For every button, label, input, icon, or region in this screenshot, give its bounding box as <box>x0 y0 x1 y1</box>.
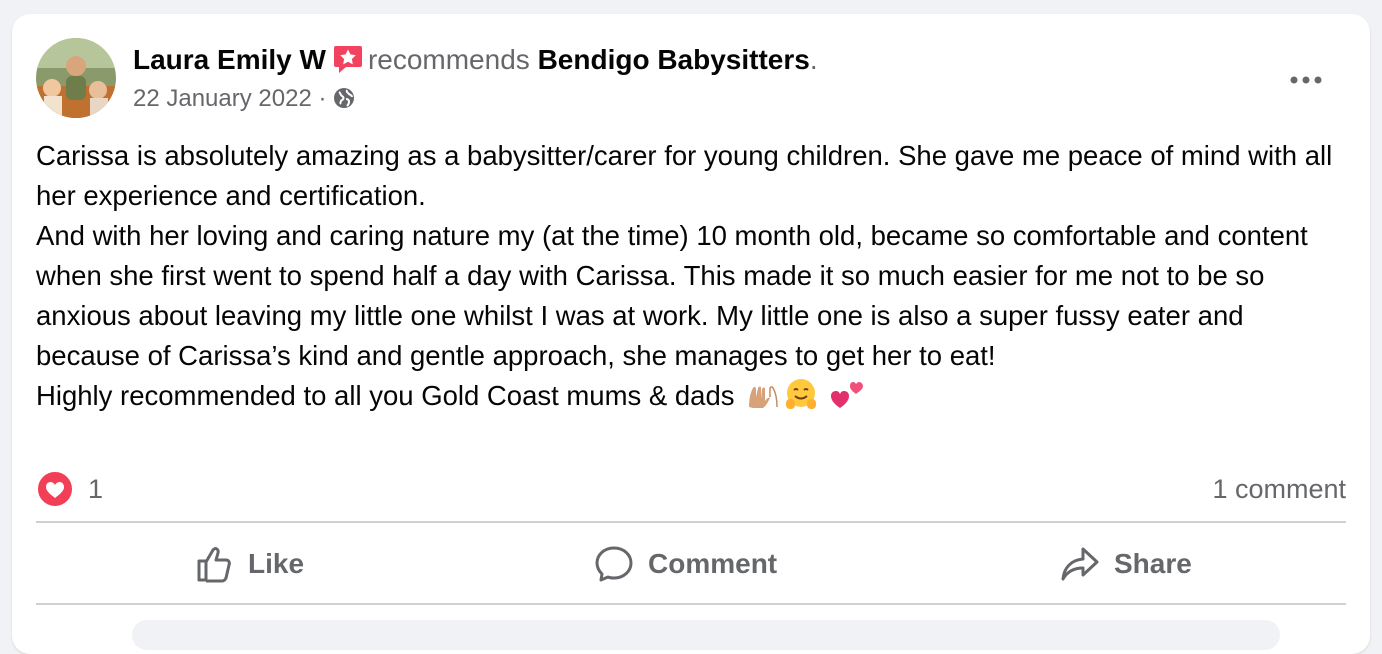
raised-hands-emoji-icon <box>746 381 780 422</box>
page-name-link[interactable]: Bendigo Babysitters <box>538 44 810 75</box>
post-header: Laura Emily W recommends Bendigo Babysitt… <box>36 38 1346 120</box>
more-options-icon[interactable] <box>1286 68 1326 92</box>
thumbs-up-icon <box>197 547 231 583</box>
post-card: Laura Emily W recommends Bendigo Babysitt… <box>12 14 1370 654</box>
share-arrow-icon <box>1061 547 1099 581</box>
headline: Laura Emily W recommends Bendigo Babysitt… <box>133 42 818 78</box>
comment-count[interactable]: 1 comment <box>1212 472 1346 506</box>
post-timestamp-row: 22 January 2022 · <box>133 84 818 114</box>
like-label: Like <box>248 548 305 579</box>
body-paragraph: Highly recommended to all you Gold Coast… <box>36 376 1354 422</box>
action-bar: Like Comment Share <box>36 524 1346 606</box>
like-button[interactable]: Like <box>194 536 304 592</box>
reaction-count[interactable]: 1 <box>88 472 103 506</box>
post-meta: Laura Emily W recommends Bendigo Babysitt… <box>133 42 818 114</box>
two-hearts-emoji-icon <box>830 377 866 422</box>
comment-button[interactable]: Comment <box>594 536 777 592</box>
body-paragraph: And with her loving and caring nature my… <box>36 220 1308 371</box>
avatar[interactable] <box>36 38 116 118</box>
share-label: Share <box>1114 548 1192 579</box>
recommendation-icon <box>332 43 364 75</box>
body-paragraph: Carissa is absolutely amazing as a babys… <box>36 140 1333 211</box>
divider <box>36 521 1346 523</box>
author-name[interactable]: Laura Emily W <box>133 44 326 75</box>
comment-composer-partial <box>132 620 1280 650</box>
separator: · <box>318 85 327 112</box>
comment-label: Comment <box>648 548 778 579</box>
engagement-summary: 1 1 comment <box>36 470 1346 510</box>
share-button[interactable]: Share <box>1060 536 1192 592</box>
post-body: Carissa is absolutely amazing as a babys… <box>36 136 1354 422</box>
divider <box>36 603 1346 605</box>
trailing-punct: . <box>809 44 818 75</box>
heart-reaction-icon[interactable] <box>36 470 74 508</box>
hugging-face-emoji-icon <box>784 377 818 422</box>
action-text: recommends <box>367 44 530 75</box>
post-date[interactable]: 22 January 2022 <box>133 85 312 112</box>
comment-bubble-icon <box>595 546 633 582</box>
globe-icon <box>332 86 356 110</box>
